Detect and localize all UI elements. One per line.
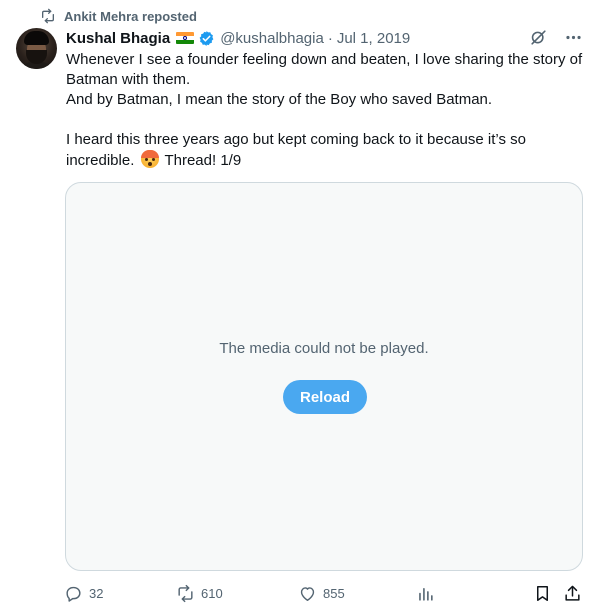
tweet-text: Whenever I see a founder feeling down an… xyxy=(66,50,586,171)
repost-count: 610 xyxy=(201,585,223,601)
bookmark-button[interactable] xyxy=(533,582,552,604)
reload-button[interactable]: Reload xyxy=(283,380,367,414)
like-button[interactable]: 855 xyxy=(298,582,345,604)
repost-button[interactable]: 610 xyxy=(176,582,223,604)
reply-icon xyxy=(66,586,81,602)
share-icon xyxy=(565,585,580,601)
tweet-line-2: And by Batman, I mean the story of the B… xyxy=(66,91,493,108)
verified-badge-icon[interactable] xyxy=(198,30,215,47)
more-icon[interactable] xyxy=(564,28,583,47)
india-flag-icon xyxy=(176,32,195,44)
repost-text[interactable]: Ankit Mehra reposted xyxy=(64,9,197,24)
analytics-icon xyxy=(419,587,433,601)
grok-icon[interactable] xyxy=(529,28,548,47)
tweet-date[interactable]: Jul 1, 2019 xyxy=(337,30,410,47)
media-error-message: The media could not be played. xyxy=(219,340,429,357)
bookmark-icon xyxy=(536,585,549,601)
tweet-line-3-start: I heard this three years ago but kept co… xyxy=(66,131,526,169)
media-player[interactable]: The media could not be played. Reload xyxy=(65,182,583,571)
author-name[interactable]: Kushal Bhagia xyxy=(66,30,170,47)
avatar[interactable] xyxy=(16,28,57,69)
tweet-line-3-end: Thread! 1/9 xyxy=(164,152,242,169)
views-button[interactable] xyxy=(416,582,435,604)
repost-icon xyxy=(42,8,54,24)
tweet-top-actions xyxy=(529,28,583,47)
reply-count: 32 xyxy=(89,585,104,601)
tweet-line-3: I heard this three years ago but kept co… xyxy=(66,130,586,171)
reply-button[interactable]: 32 xyxy=(64,582,103,604)
tweet-header: Kushal Bhagia @kushalbhagia · Jul 1, 201… xyxy=(66,28,410,48)
share-button[interactable] xyxy=(563,582,582,604)
heart-icon xyxy=(300,586,315,601)
like-count: 855 xyxy=(323,585,345,601)
repost-indicator[interactable]: Ankit Mehra reposted xyxy=(40,6,197,26)
separator-dot: · xyxy=(327,29,333,47)
exploding-head-emoji-icon xyxy=(140,150,159,168)
repost-icon xyxy=(178,584,193,602)
tweet-actions-bar: 32 610 855 xyxy=(64,582,584,604)
author-handle[interactable]: @kushalbhagia xyxy=(220,30,324,47)
tweet-line-1: Whenever I see a founder feeling down an… xyxy=(66,51,583,88)
